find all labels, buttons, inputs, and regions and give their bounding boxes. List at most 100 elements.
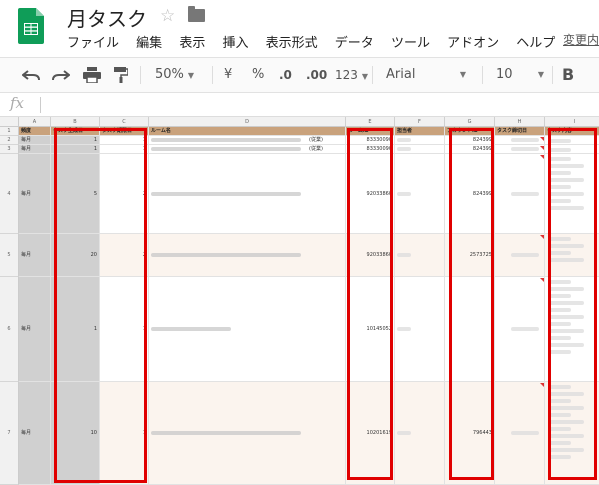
menu-insert[interactable]: 挿入 bbox=[222, 36, 248, 51]
print-icon[interactable] bbox=[83, 67, 101, 83]
star-icon[interactable]: ☆ bbox=[160, 6, 175, 26]
cell-f5[interactable] bbox=[395, 234, 445, 277]
column-header-d[interactable]: D bbox=[149, 117, 346, 127]
column-header-c[interactable]: C bbox=[100, 117, 149, 127]
paint-format-icon[interactable] bbox=[114, 67, 128, 83]
undo-icon[interactable] bbox=[22, 68, 40, 82]
comment-indicator-icon bbox=[540, 235, 544, 239]
highlight-box-column-g bbox=[449, 128, 494, 480]
cell-f7[interactable] bbox=[395, 382, 445, 485]
redacted-text bbox=[151, 191, 301, 196]
room-suffix: (従業) bbox=[309, 137, 323, 143]
row-header-2[interactable]: 2 bbox=[0, 136, 19, 145]
cell-d4[interactable] bbox=[149, 154, 346, 234]
comment-indicator-icon bbox=[540, 137, 544, 141]
row-header-7[interactable]: 7 bbox=[0, 382, 19, 485]
cell-d2[interactable]: (従業) bbox=[149, 136, 346, 145]
cell-value: 毎月 bbox=[21, 252, 32, 258]
cell-d5[interactable] bbox=[149, 234, 346, 277]
cell-a4[interactable]: 毎月 bbox=[19, 154, 51, 234]
menu-tools[interactable]: ツール bbox=[391, 36, 430, 51]
chevron-down-icon: ▼ bbox=[537, 70, 544, 79]
redacted-text bbox=[151, 326, 231, 331]
column-header-i[interactable]: I bbox=[545, 117, 599, 127]
last-edit-link[interactable]: 変更内 bbox=[563, 31, 599, 48]
cell-h5[interactable] bbox=[495, 234, 545, 277]
decrease-decimal-button[interactable]: .0 bbox=[279, 58, 292, 92]
redacted-text bbox=[151, 252, 301, 257]
cell-h2[interactable] bbox=[495, 136, 545, 145]
cell-a7[interactable]: 毎月 bbox=[19, 382, 51, 485]
column-header-h[interactable]: H bbox=[495, 117, 545, 127]
sheets-logo-icon[interactable] bbox=[18, 8, 44, 44]
formula-input[interactable] bbox=[48, 97, 588, 113]
currency-format-button[interactable]: ¥ bbox=[224, 58, 232, 92]
row-header-6[interactable]: 6 bbox=[0, 277, 19, 382]
redo-icon[interactable] bbox=[52, 68, 70, 82]
comment-indicator-icon bbox=[540, 278, 544, 282]
cell-value: 毎月 bbox=[21, 137, 32, 143]
column-header-b[interactable]: B bbox=[51, 117, 100, 127]
redacted-text bbox=[511, 252, 539, 257]
highlight-box-columns-b-c bbox=[54, 128, 147, 483]
header-cell-a[interactable]: 頻度 bbox=[19, 127, 51, 136]
sheet-grid[interactable]: A B C D E F G H I 1 頻度 タスク生成日 タスク期限日 ルーム名 ルームID 担当者 アカウン… bbox=[0, 117, 599, 485]
menu-file[interactable]: ファイル bbox=[67, 36, 119, 51]
toolbar: 50% ▼ ¥ % .0 .00 123 ▼ Arial ▼ 10 ▼ B bbox=[0, 57, 599, 93]
cell-a5[interactable]: 毎月 bbox=[19, 234, 51, 277]
menu-help[interactable]: ヘルプ bbox=[516, 36, 555, 51]
cell-d7[interactable] bbox=[149, 382, 346, 485]
cell-h7[interactable] bbox=[495, 382, 545, 485]
redacted-text bbox=[397, 430, 411, 435]
column-header-e[interactable]: E bbox=[346, 117, 395, 127]
font-value: Arial bbox=[386, 67, 416, 82]
column-header-f[interactable]: F bbox=[395, 117, 445, 127]
header-cell-f[interactable]: 担当者 bbox=[395, 127, 445, 136]
row-header-5[interactable]: 5 bbox=[0, 234, 19, 277]
cell-f2[interactable] bbox=[395, 136, 445, 145]
room-suffix: (従業) bbox=[309, 146, 323, 152]
cell-h6[interactable] bbox=[495, 277, 545, 382]
menu-edit[interactable]: 編集 bbox=[136, 36, 162, 51]
menu-addons[interactable]: アドオン bbox=[447, 36, 499, 51]
redacted-text bbox=[151, 146, 301, 151]
select-all-corner[interactable] bbox=[0, 117, 19, 127]
fx-icon: fx bbox=[10, 94, 25, 112]
cell-d3[interactable]: (従業) bbox=[149, 145, 346, 154]
more-formats-button[interactable]: 123 ▼ bbox=[335, 58, 368, 92]
cell-h4[interactable] bbox=[495, 154, 545, 234]
column-header-a[interactable]: A bbox=[19, 117, 51, 127]
cell-d6[interactable] bbox=[149, 277, 346, 382]
zoom-select[interactable]: 50% ▼ bbox=[155, 58, 194, 92]
menu-bar: ファイル 編集 表示 挿入 表示形式 データ ツール アドオン ヘルプ bbox=[67, 32, 568, 51]
header-cell-h[interactable]: タスク締切日 bbox=[495, 127, 545, 136]
font-select[interactable]: Arial ▼ bbox=[386, 58, 466, 92]
comment-indicator-icon bbox=[540, 155, 544, 159]
document-title[interactable]: 月タスク bbox=[67, 3, 147, 32]
formula-bar: fx bbox=[0, 93, 599, 117]
cell-a6[interactable]: 毎月 bbox=[19, 277, 51, 382]
row-header-4[interactable]: 4 bbox=[0, 154, 19, 234]
cell-a3[interactable]: 毎月 bbox=[19, 145, 51, 154]
redacted-text bbox=[511, 326, 539, 331]
menu-data[interactable]: データ bbox=[335, 36, 374, 51]
cell-value: 毎月 bbox=[21, 146, 32, 152]
column-header-g[interactable]: G bbox=[445, 117, 495, 127]
percent-format-button[interactable]: % bbox=[252, 58, 264, 92]
cell-f4[interactable] bbox=[395, 154, 445, 234]
cell-f6[interactable] bbox=[395, 277, 445, 382]
header-cell-d[interactable]: ルーム名 bbox=[149, 127, 346, 136]
bold-button[interactable]: B bbox=[562, 58, 574, 92]
cell-h3[interactable] bbox=[495, 145, 545, 154]
row-header-3[interactable]: 3 bbox=[0, 145, 19, 154]
cell-a2[interactable]: 毎月 bbox=[19, 136, 51, 145]
increase-decimal-button[interactable]: .00 bbox=[306, 58, 327, 92]
font-size-select[interactable]: 10 ▼ bbox=[496, 58, 544, 92]
redacted-text bbox=[511, 191, 539, 196]
row-header-1[interactable]: 1 bbox=[0, 127, 19, 136]
folder-icon[interactable] bbox=[188, 6, 205, 22]
menu-view[interactable]: 表示 bbox=[179, 36, 205, 51]
cell-f3[interactable] bbox=[395, 145, 445, 154]
menu-format[interactable]: 表示形式 bbox=[266, 36, 318, 51]
chevron-down-icon: ▼ bbox=[361, 72, 369, 81]
